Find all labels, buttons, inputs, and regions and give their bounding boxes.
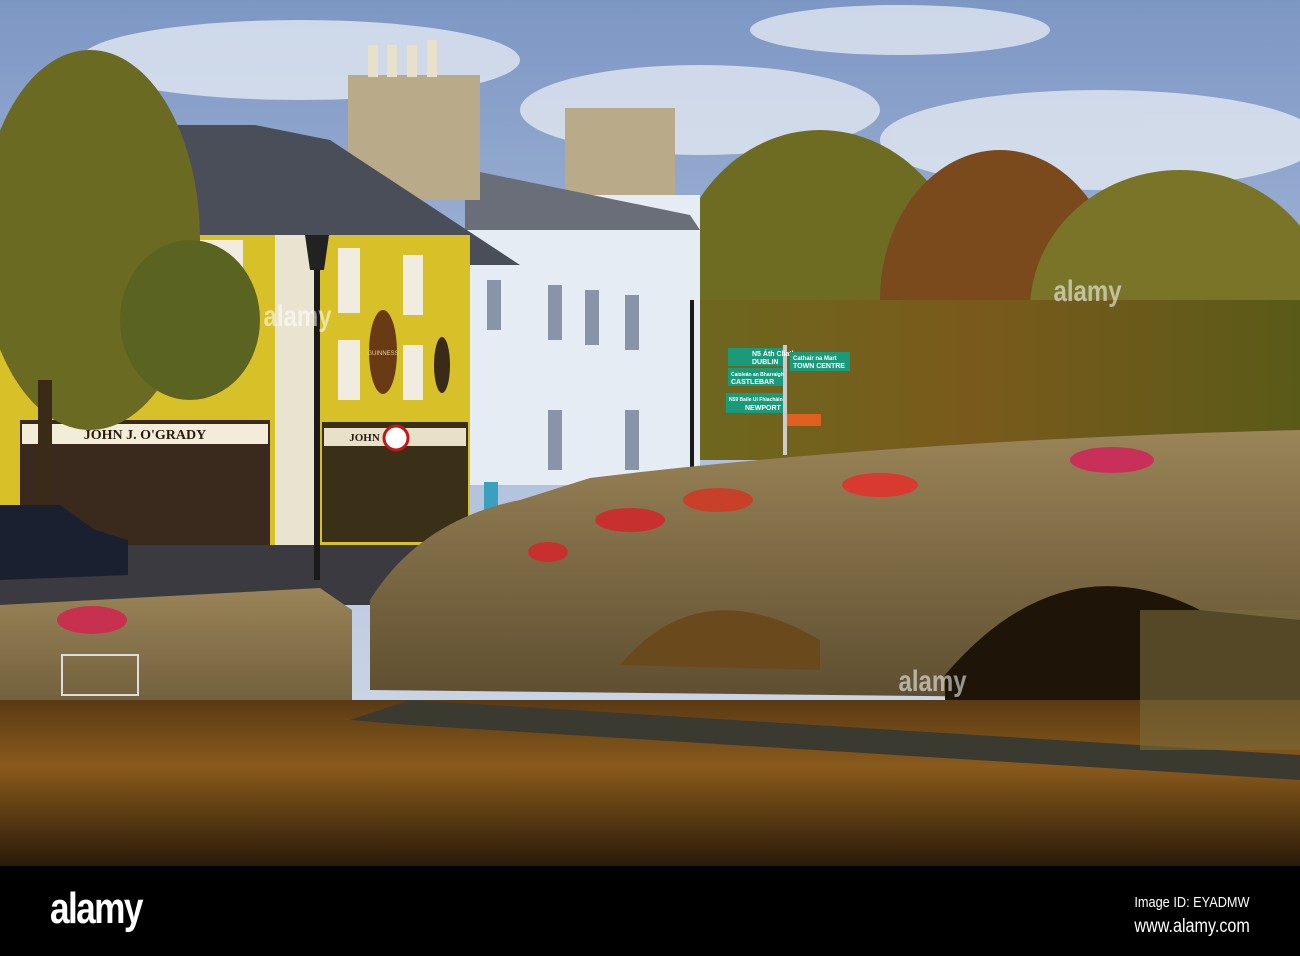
alamy-logo: alamy xyxy=(50,884,143,933)
svg-text:NEWPORT: NEWPORT xyxy=(745,405,782,412)
svg-text:Caisleán an Bharraigh: Caisleán an Bharraigh xyxy=(731,372,784,378)
svg-text:Cathair na Mart: Cathair na Mart xyxy=(793,356,837,362)
svg-text:N5 Áth Cliath: N5 Áth Cliath xyxy=(752,349,796,358)
photo: GUINNESS JOHN J. O'GRADY JOHN J. N5 Áth … xyxy=(0,0,1300,866)
site-url: www.alamy.com xyxy=(1134,916,1250,937)
watermark: alamy xyxy=(898,665,967,698)
watermark: alamy xyxy=(263,300,332,333)
svg-text:N59 Baile Uí Fhiacháin: N59 Baile Uí Fhiacháin xyxy=(729,397,783,403)
svg-text:GUINNESS: GUINNESS xyxy=(367,351,398,357)
svg-text:JOHN J. O'GRADY: JOHN J. O'GRADY xyxy=(84,428,207,443)
svg-text:DUBLIN: DUBLIN xyxy=(752,359,778,366)
watermark: alamy xyxy=(1053,275,1122,308)
svg-text:CASTLEBAR: CASTLEBAR xyxy=(731,379,774,386)
image-id: Image ID: EYADMW xyxy=(1134,894,1250,911)
footer-bar: alamy Image ID: EYADMW www.alamy.com xyxy=(0,866,1300,956)
svg-text:TOWN CENTRE: TOWN CENTRE xyxy=(793,363,845,370)
no-entry-sign xyxy=(382,424,410,452)
photo-frame: GUINNESS JOHN J. O'GRADY JOHN J. N5 Áth … xyxy=(0,0,1300,956)
trees-right xyxy=(640,130,1300,470)
